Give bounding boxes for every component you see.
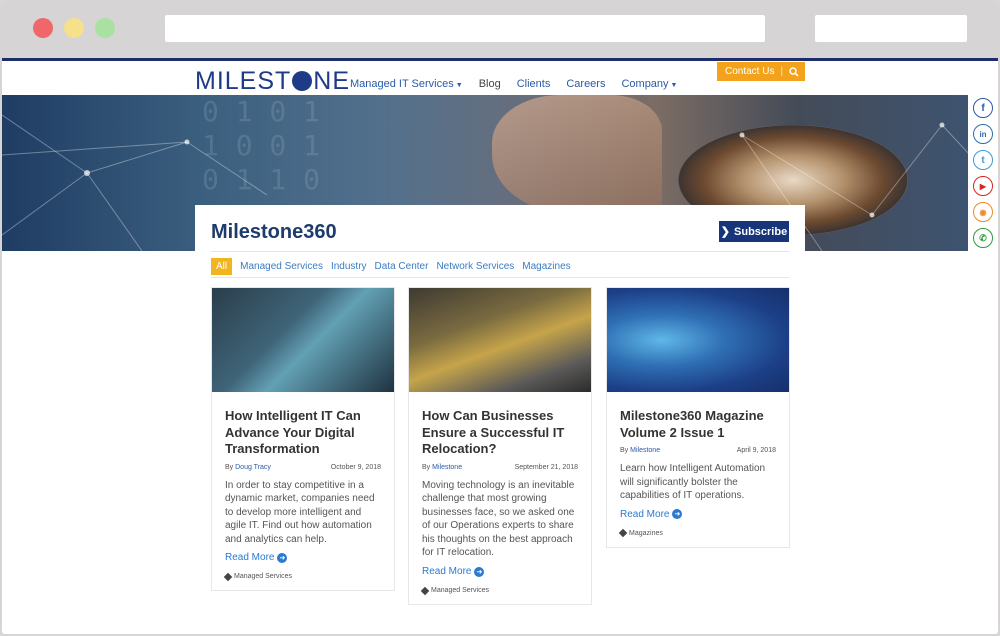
card-meta: By Doug Tracy October 9, 2018 xyxy=(225,464,381,471)
close-window-button[interactable] xyxy=(33,18,53,38)
tag-icon xyxy=(618,529,628,538)
subscribe-label: Subscribe xyxy=(734,225,788,238)
contact-us-label: Contact Us xyxy=(725,66,775,77)
tag-icon xyxy=(223,572,233,582)
arrow-right-circle-icon: ➜ xyxy=(277,552,288,563)
by-label: By xyxy=(225,463,234,471)
arrow-right-circle-icon: ➜ xyxy=(474,566,485,577)
blog-card: How Can Businesses Ensure a Successful I… xyxy=(408,287,592,606)
subscribe-button[interactable]: ❯ Subscribe xyxy=(719,221,789,242)
read-more-label: Read More xyxy=(225,552,275,564)
main-nav: Managed IT Services ▼ Blog Clients Career… xyxy=(350,78,677,90)
read-more-label: Read More xyxy=(620,508,670,520)
filter-magazines[interactable]: Magazines xyxy=(522,261,570,272)
read-more-link[interactable]: Read More ➜ xyxy=(620,509,776,520)
card-excerpt: Learn how Intelligent Automation will si… xyxy=(620,463,766,502)
by-label: By xyxy=(422,463,431,471)
filter-network-services[interactable]: Network Services xyxy=(436,261,514,272)
nav-clients[interactable]: Clients xyxy=(517,78,551,90)
card-image[interactable] xyxy=(409,288,591,392)
top-accent-line xyxy=(2,58,998,61)
separator: | xyxy=(780,66,784,77)
blog-card: How Intelligent IT Can Advance Your Digi… xyxy=(211,287,395,592)
card-excerpt: In order to stay competitive in a dynami… xyxy=(225,479,375,545)
divider xyxy=(211,277,789,278)
nav-blog[interactable]: Blog xyxy=(479,78,501,90)
linkedin-icon[interactable]: in xyxy=(973,124,993,144)
read-more-label: Read More xyxy=(422,566,472,578)
filter-managed-services[interactable]: Managed Services xyxy=(240,261,323,272)
milestone-logo[interactable]: MILEST NE xyxy=(195,67,350,96)
nav-careers[interactable]: Careers xyxy=(566,78,605,90)
browser-window: MILEST NE Managed IT Services ▼ Blog Clien… xyxy=(0,0,1000,636)
logo-o-mark xyxy=(292,71,313,91)
rss-icon[interactable]: ◉ xyxy=(973,202,993,222)
tag-label: Managed Services xyxy=(234,573,292,581)
filter-data-center[interactable]: Data Center xyxy=(375,261,429,272)
card-author[interactable]: Milestone xyxy=(630,447,660,454)
filter-industry[interactable]: Industry xyxy=(331,261,367,272)
blog-card: Milestone360 Magazine Volume 2 Issue 1 B… xyxy=(606,287,790,548)
by-label: By xyxy=(620,447,629,454)
nav-company[interactable]: Company ▼ xyxy=(621,78,677,90)
nav-label: Managed IT Services xyxy=(350,78,454,90)
nav-managed-it-services[interactable]: Managed IT Services ▼ xyxy=(350,78,463,90)
contact-us-button[interactable]: Contact Us | xyxy=(717,62,805,81)
nav-label: Company xyxy=(621,78,669,90)
blog-panel: Milestone360 ❯ Subscribe All Managed Ser… xyxy=(195,205,805,634)
card-title[interactable]: Milestone360 Magazine Volume 2 Issue 1 xyxy=(620,408,776,441)
tag-label: Managed Services xyxy=(431,587,489,595)
caret-down-icon: ▼ xyxy=(670,82,678,89)
card-author[interactable]: Doug Tracy xyxy=(235,464,271,471)
arrow-right-circle-icon: ➜ xyxy=(672,509,683,520)
card-date: October 9, 2018 xyxy=(330,463,381,471)
card-meta: By Milestone September 21, 2018 xyxy=(422,464,578,471)
read-more-link[interactable]: Read More ➜ xyxy=(422,566,578,577)
search-icon[interactable] xyxy=(789,66,799,77)
read-more-link[interactable]: Read More ➜ xyxy=(225,552,381,563)
card-tag[interactable]: Managed Services xyxy=(223,572,381,582)
card-title[interactable]: How Can Businesses Ensure a Successful I… xyxy=(422,408,578,458)
chevron-right-icon: ❯ xyxy=(720,226,731,238)
tag-label: Magazines xyxy=(629,529,663,537)
maximize-window-button[interactable] xyxy=(95,18,115,38)
browser-chrome xyxy=(0,0,1000,58)
card-meta: By Milestone April 9, 2018 xyxy=(620,447,776,454)
web-page: MILEST NE Managed IT Services ▼ Blog Clien… xyxy=(2,58,998,634)
facebook-icon[interactable]: f xyxy=(973,98,993,118)
social-sidebar: f in t ▶ ◉ ✆ xyxy=(968,95,998,251)
minimize-window-button[interactable] xyxy=(64,18,84,38)
filter-all[interactable]: All xyxy=(211,258,233,275)
category-filters: All Managed Services Industry Data Cente… xyxy=(211,258,571,275)
youtube-icon[interactable]: ▶ xyxy=(973,176,993,196)
card-excerpt: Moving technology is an inevitable chall… xyxy=(422,479,575,559)
divider xyxy=(211,251,789,252)
address-bar[interactable] xyxy=(165,15,765,42)
browser-search-bar[interactable] xyxy=(815,15,967,42)
card-tag[interactable]: Magazines xyxy=(618,529,776,538)
phone-icon[interactable]: ✆ xyxy=(973,228,993,248)
tag-icon xyxy=(420,586,430,595)
card-date: September 21, 2018 xyxy=(514,463,578,471)
card-title[interactable]: How Intelligent IT Can Advance Your Digi… xyxy=(225,408,381,458)
twitter-icon[interactable]: t xyxy=(973,150,993,170)
card-image[interactable] xyxy=(212,288,394,392)
card-author[interactable]: Milestone xyxy=(432,464,462,471)
blog-title: Milestone360 xyxy=(211,221,337,243)
card-date: April 9, 2018 xyxy=(736,447,776,454)
card-tag[interactable]: Managed Services xyxy=(420,586,578,595)
caret-down-icon: ▼ xyxy=(455,82,463,89)
card-image[interactable] xyxy=(607,288,789,392)
